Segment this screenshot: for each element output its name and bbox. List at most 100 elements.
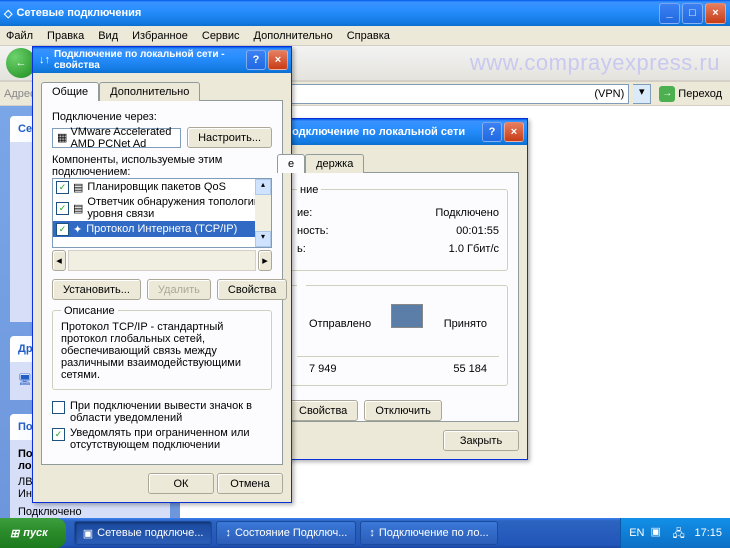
scroll-left-button[interactable]: ◂ [52, 250, 66, 271]
ok-button[interactable]: ОК [148, 473, 214, 494]
taskbar: ⊞ пуск ▣ Сетевые подключе... ↕ Состояние… [0, 518, 730, 548]
status-dialog-titlebar[interactable]: е Подключение по локальной сети ? × [269, 119, 527, 145]
component-properties-button[interactable]: Свойства [217, 279, 287, 300]
service-icon: ▤ [73, 202, 83, 215]
properties-dialog-body: Общие Дополнительно Подключение через: ▦… [33, 73, 291, 502]
option-notify-limited: Уведомлять при ограниченном или отсутств… [70, 427, 272, 451]
menu-view[interactable]: Вид [98, 30, 118, 42]
explorer-titlebar: ◇ Сетевые подключения _ □ × [0, 0, 730, 26]
menu-favorites[interactable]: Избранное [132, 30, 188, 42]
group-activity [297, 280, 306, 292]
menu-advanced[interactable]: Дополнительно [254, 30, 333, 42]
description-title: Описание [61, 305, 118, 317]
status-speed-label: ь: [297, 243, 449, 255]
window-title: Сетевые подключения [12, 7, 659, 19]
status-dialog: е Подключение по локальной сети ? × е де… [268, 118, 528, 460]
back-arrow-icon: ← [16, 57, 27, 69]
configure-button[interactable]: Настроить... [187, 127, 272, 148]
checkbox-notify-limited[interactable]: ✓ [52, 428, 65, 441]
close-button[interactable]: × [705, 3, 726, 24]
go-label: Переход [678, 88, 722, 100]
protocol-icon: ✦ [73, 223, 82, 236]
item-label: Протокол Интернета (TCP/IP) [86, 223, 237, 235]
dialog-close-button[interactable]: × [268, 50, 288, 70]
dialog-close-button[interactable]: × [504, 122, 524, 142]
connection-icon: ↕ [369, 527, 375, 539]
properties-dialog-titlebar[interactable]: ↓↑ Подключение по локальной сети - свойс… [33, 47, 291, 73]
start-button[interactable]: ⊞ пуск [0, 518, 66, 548]
item-label: Ответчик обнаружения топологии уровня св… [87, 196, 268, 220]
scroll-up-icon[interactable]: ▴ [255, 179, 271, 195]
cancel-button[interactable]: Отмена [217, 473, 283, 494]
tab-general-status[interactable]: е [277, 154, 305, 173]
tray-network-icon[interactable]: 🖧 [672, 525, 688, 541]
connection-icon: ↓↑ [39, 54, 50, 66]
checkbox-icon[interactable]: ✓ [56, 223, 69, 236]
language-indicator[interactable]: EN [629, 527, 644, 539]
minimize-button[interactable]: _ [659, 3, 680, 24]
tab-support[interactable]: держка [305, 154, 364, 173]
vpn-label: (VPN) [594, 88, 624, 100]
components-list[interactable]: ✓ ▤ Планировщик пакетов QoS ✓ ▤ Ответчик… [52, 178, 272, 248]
folder-icon: ▣ [83, 527, 93, 540]
connect-using-label: Подключение через: [52, 111, 272, 123]
connection-icon: ↕ [225, 527, 231, 539]
network-icon: ◇ [4, 7, 12, 20]
menu-tools[interactable]: Сервис [202, 30, 240, 42]
taskbar-item[interactable]: ▣ Сетевые подключе... [74, 521, 213, 545]
panel-title-1: Се [18, 123, 32, 135]
menu-edit[interactable]: Правка [47, 30, 84, 42]
components-label: Компоненты, используемые этим подключени… [52, 154, 272, 178]
service-icon: ▤ [73, 181, 83, 194]
recv-label: Принято [444, 318, 487, 330]
checkbox-icon[interactable]: ✓ [56, 181, 69, 194]
status-dialog-title: е Подключение по локальной сети [275, 126, 482, 138]
nic-icon: ▦ [57, 131, 67, 144]
task-label: Сетевые подключе... [97, 527, 203, 539]
group-connection: ние [297, 184, 321, 196]
sent-label: Отправлено [309, 318, 371, 330]
task-label: Подключение по ло... [379, 527, 489, 539]
item-label: Планировщик пакетов QoS [87, 181, 226, 193]
scroll-down-icon[interactable]: ▾ [255, 231, 271, 247]
list-item-selected[interactable]: ✓ ✦ Протокол Интернета (TCP/IP) [53, 221, 271, 237]
option-show-icon: При подключении вывести значок в области… [70, 400, 272, 424]
status-dialog-body: е держка ние ие:Подключено ность:00:01:5… [269, 145, 527, 459]
status-properties-button[interactable]: Свойства [288, 400, 358, 421]
checkbox-icon[interactable]: ✓ [56, 202, 69, 215]
clock[interactable]: 17:15 [694, 527, 722, 539]
install-button[interactable]: Установить... [52, 279, 141, 300]
tab-general[interactable]: Общие [41, 82, 99, 101]
monitor-icon [391, 304, 423, 328]
tray-icon[interactable]: ▣ [650, 525, 666, 541]
remove-button: Удалить [147, 279, 211, 300]
help-button[interactable]: ? [246, 50, 266, 70]
disconnect-button[interactable]: Отключить [364, 400, 442, 421]
status-duration-value: 00:01:55 [456, 225, 499, 237]
tab-advanced[interactable]: Дополнительно [99, 82, 200, 101]
status-close-button[interactable]: Закрыть [443, 430, 519, 451]
menu-file[interactable]: Файл [6, 30, 33, 42]
properties-dialog-title: Подключение по локальной сети - свойства [50, 49, 246, 71]
watermark-text: www.comprayexpress.ru [470, 50, 720, 76]
help-button[interactable]: ? [482, 122, 502, 142]
menu-help[interactable]: Справка [347, 30, 390, 42]
list-item[interactable]: ✓ ▤ Планировщик пакетов QoS [53, 179, 271, 195]
maximize-button[interactable]: □ [682, 3, 703, 24]
address-dropdown[interactable]: ▾ [633, 84, 651, 104]
scroll-right-button[interactable]: ▸ [258, 250, 272, 271]
adapter-field: ▦ VMware Accelerated AMD PCNet Ad [52, 128, 181, 148]
taskbar-item[interactable]: ↕ Подключение по ло... [360, 521, 497, 545]
go-button[interactable]: → Переход [655, 86, 726, 102]
scrollbar[interactable]: ▴ ▾ [255, 179, 271, 247]
taskbar-item[interactable]: ↕ Состояние Подключ... [216, 521, 356, 545]
go-arrow-icon: → [659, 86, 675, 102]
list-item[interactable]: ✓ ▤ Ответчик обнаружения топологии уровн… [53, 195, 271, 221]
properties-dialog: ↓↑ Подключение по локальной сети - свойс… [32, 46, 292, 503]
task-label: Состояние Подключ... [235, 527, 347, 539]
activity-icon [377, 304, 437, 344]
sent-value: 7 949 [309, 363, 337, 375]
status-state-label: ие: [297, 207, 435, 219]
windows-logo-icon: ⊞ [10, 527, 19, 540]
checkbox-notify-icon[interactable] [52, 401, 65, 414]
